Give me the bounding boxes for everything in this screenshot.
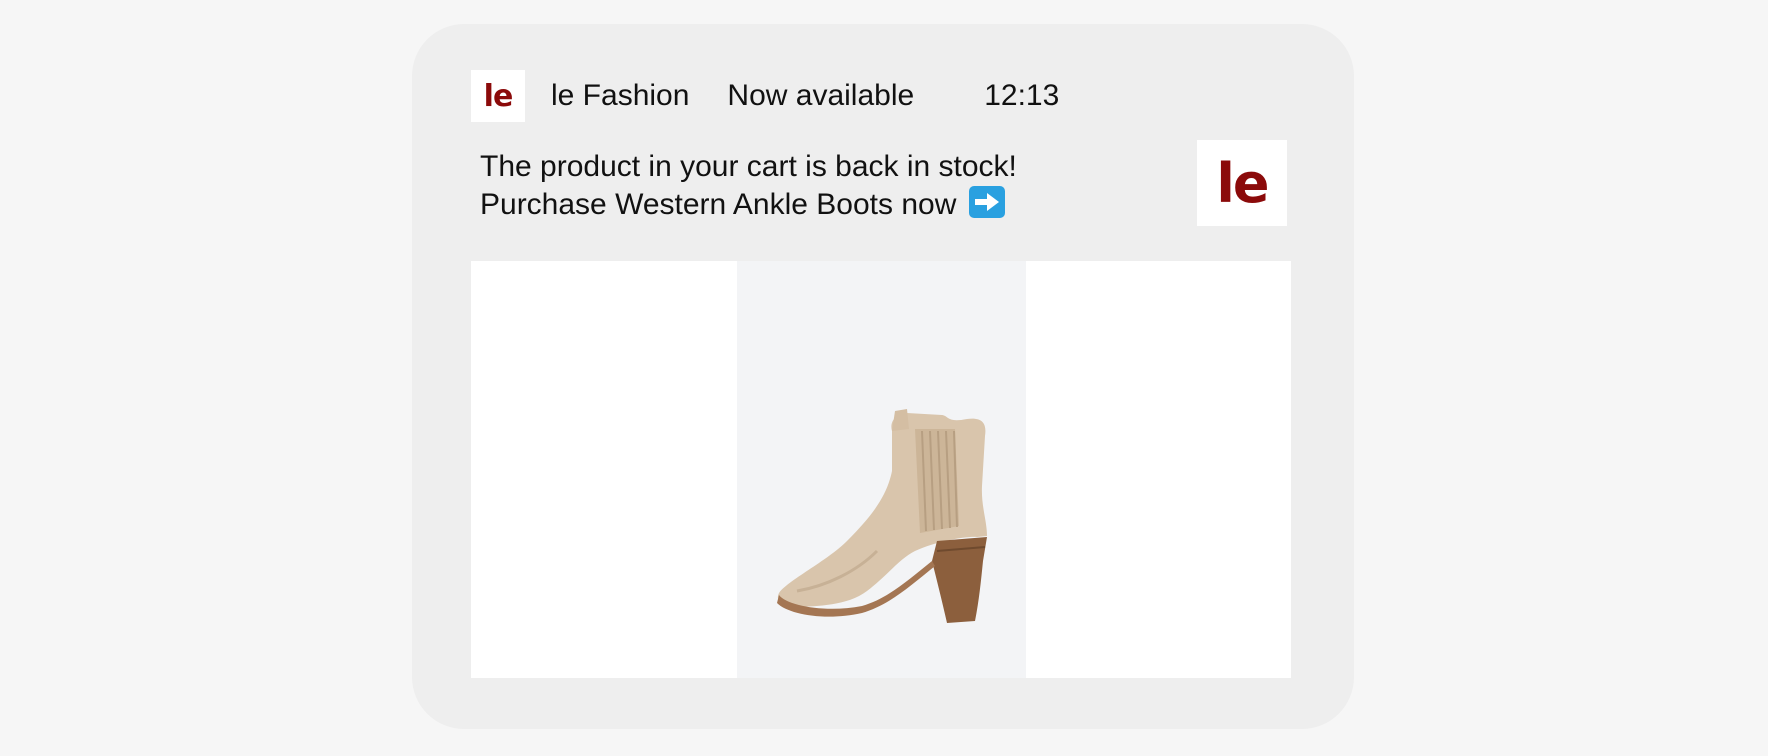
page-background: le le Fashion Now available 12:13 The pr… (0, 0, 1768, 756)
message-line-2: Purchase Western Ankle Boots now (480, 186, 1017, 224)
notification-message: The product in your cart is back in stoc… (480, 148, 1017, 224)
notification-header: le le Fashion Now available 12:13 (471, 70, 1059, 122)
message-line-2-text: Purchase Western Ankle Boots now (480, 188, 957, 221)
app-name: le Fashion (551, 79, 690, 112)
message-line-1: The product in your cart is back in stoc… (480, 150, 1017, 183)
right-arrow-icon (968, 186, 1005, 218)
notification-time: 12:13 (984, 79, 1060, 112)
app-logo-icon: le (471, 70, 525, 122)
notification-status: Now available (727, 79, 915, 112)
push-notification-card[interactable]: le le Fashion Now available 12:13 The pr… (412, 24, 1354, 729)
brand-thumbnail-icon: le (1197, 140, 1287, 226)
product-image-panel[interactable] (471, 261, 1291, 678)
product-photo (737, 261, 1026, 678)
ankle-boot-icon (777, 409, 987, 623)
